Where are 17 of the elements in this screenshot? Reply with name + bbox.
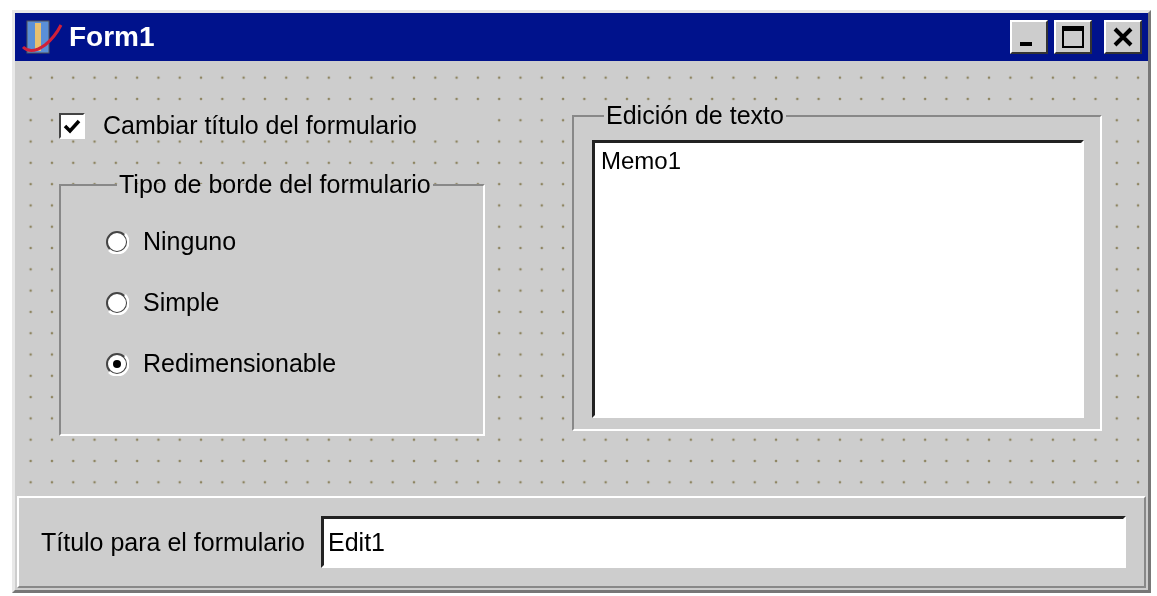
- close-icon: [1112, 27, 1134, 47]
- minimize-icon: [1020, 42, 1032, 46]
- memo-field[interactable]: Memo1: [592, 140, 1084, 418]
- radio-option[interactable]: Ninguno: [105, 227, 483, 256]
- group-title: Tipo de borde del formulario: [118, 170, 432, 199]
- group-title: Edición de texto: [605, 101, 785, 130]
- window-title: Form1: [69, 21, 156, 53]
- minimize-button[interactable]: [1010, 20, 1048, 54]
- radio-option[interactable]: Redimensionable: [105, 349, 483, 378]
- close-button[interactable]: [1104, 20, 1142, 54]
- title-input-field[interactable]: Edit1: [321, 516, 1126, 568]
- radio-option[interactable]: Simple: [105, 288, 483, 317]
- app-icon: [21, 17, 63, 57]
- maximize-button[interactable]: [1054, 20, 1092, 54]
- maximize-icon: [1061, 25, 1085, 49]
- field-label: Título para el formulario: [41, 527, 305, 557]
- check-icon: [63, 117, 81, 134]
